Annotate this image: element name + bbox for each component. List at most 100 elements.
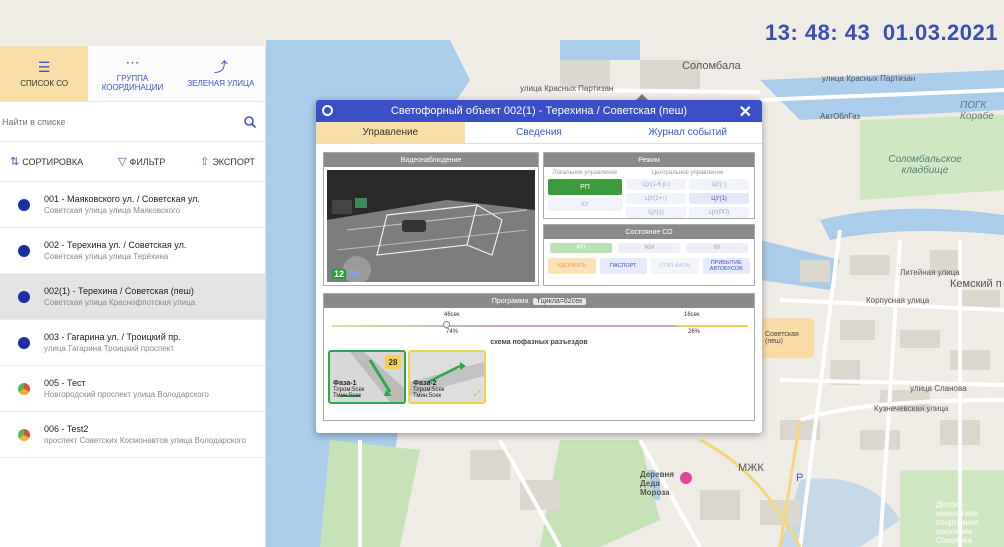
- search-input[interactable]: [2, 116, 202, 127]
- central-mode-button[interactable]: ЦУ(1+↑): [626, 193, 686, 204]
- tab-green-street[interactable]: ⤴ ЗЕЛЕНАЯ УЛИЦА: [177, 46, 265, 101]
- ku-button[interactable]: КУ: [548, 198, 622, 211]
- search-icon[interactable]: [243, 115, 257, 129]
- map-label-ded-moroz: Деревня Деда Мороза: [640, 470, 674, 497]
- video-panel: Видеонаблюдение 12 88: [323, 152, 539, 286]
- bus-arrival-button[interactable]: ПРИБЫТИЕ АВТОБУСОВ: [702, 258, 750, 274]
- export-button[interactable]: ⇧ ЭКСПОРТ: [200, 155, 255, 168]
- status-dot: [18, 244, 30, 257]
- dialog-tabs: Управление Сведения Журнал событий: [316, 122, 762, 144]
- clock-date: 01.03.2021: [882, 20, 998, 45]
- state-zhm: ЖМ: [618, 243, 680, 253]
- status-dot: [18, 428, 30, 441]
- map-marker-tooltip[interactable]: Советская (пеш): [762, 318, 814, 358]
- list-item-subtitle: Советская улица улица Терёхина: [44, 252, 169, 261]
- timeline-handle[interactable]: [443, 321, 450, 328]
- filter-label: ФИЛЬТР: [129, 156, 166, 167]
- status-dot: [18, 290, 30, 303]
- list-item[interactable]: 005 - Тест Новгородский проспект улица В…: [0, 366, 265, 412]
- close-icon[interactable]: ✕: [739, 102, 752, 122]
- phase2-name: Фаза-2: [413, 380, 437, 387]
- central-mode-button[interactable]: ЦУ(1): [689, 193, 749, 204]
- dialog-title: Светофорный объект 002(1) - Терехина / С…: [390, 105, 688, 117]
- map-label-cemetery: Соломбальское кладбище: [888, 154, 962, 176]
- list-item-selected[interactable]: 002(1) - Терехина / Советская (пеш) Сове…: [0, 274, 265, 320]
- tab-coordination-group[interactable]: ⋯ ГРУППА КООРДИНАЦИИ: [88, 46, 176, 101]
- phase2-duration: 16сек: [684, 312, 700, 318]
- state-kk: КК: [686, 243, 748, 253]
- status-dot: [18, 198, 30, 211]
- map-label-mzhk: МЖК: [738, 462, 764, 474]
- phase1-tmin: Тмин:5сек: [333, 393, 362, 399]
- phase-card-1[interactable]: 28 Фаза-1 Тпром:5сек Тмин:5сек ⤢: [328, 350, 406, 404]
- video-title: Видеонаблюдение: [324, 153, 538, 167]
- list-item-subtitle: Советская улица улица Маяковского: [44, 206, 181, 215]
- export-label: ЭКСПОРТ: [212, 156, 255, 167]
- list-item-title: 006 - Test2: [44, 424, 89, 434]
- list-item-subtitle: проспект Советских Космонавтов улица Вол…: [44, 436, 246, 445]
- object-list: 001 - Маяковского ул. / Советская ул. Со…: [0, 182, 265, 458]
- list-item[interactable]: 003 - Гагарина ул. / Троицкий пр. улица …: [0, 320, 265, 366]
- central-mode-button[interactable]: ЦУ(РП): [689, 207, 749, 218]
- list-item-title: 001 - Маяковского ул. / Советская ул.: [44, 194, 200, 204]
- phase2-percent: 26%: [688, 329, 701, 335]
- expand-icon[interactable]: ⤢: [474, 389, 480, 399]
- route-icon: ⤴: [213, 58, 228, 75]
- map-label-korabe: Корабе: [960, 111, 994, 122]
- list-item[interactable]: 002 - Терехина ул. / Советская ул. Совет…: [0, 228, 265, 274]
- rp-button[interactable]: РП: [548, 179, 622, 195]
- phase1-duration: 46сек: [444, 312, 460, 318]
- list-item-title: 002(1) - Терехина / Советская (пеш): [44, 286, 194, 296]
- map-label-kemskiy: Кемский п: [950, 278, 1002, 290]
- tab-info[interactable]: Сведения: [465, 122, 614, 143]
- traffic-light-dialog: Светофорный объект 002(1) - Терехина / С…: [316, 100, 762, 433]
- tab-list-label: СПИСОК СО: [20, 78, 69, 88]
- list-item[interactable]: 001 - Маяковского ул. / Советская ул. Со…: [0, 182, 265, 228]
- phase1-name: Фаза-1: [333, 380, 357, 387]
- map-marker-label: Советская (пеш): [765, 331, 799, 345]
- list-icon: ☰: [37, 58, 51, 75]
- sidebar-tabs: ☰ СПИСОК СО ⋯ ГРУППА КООРДИНАЦИИ ⤴ ЗЕЛЕН…: [0, 46, 265, 102]
- list-item-subtitle: Новгородский проспект улица Володарского: [44, 390, 209, 399]
- filter-button[interactable]: ▽ ФИЛЬТР: [118, 155, 165, 168]
- state-panel: Состояние СО РП ЖМ КК УДЕРЖАТЬ ПАСПОРТ О…: [543, 224, 755, 286]
- expand-icon[interactable]: ⤢: [394, 389, 400, 399]
- camera-feed[interactable]: 12 88: [327, 170, 535, 282]
- filter-icon: ▽: [118, 156, 127, 168]
- tab-event-log[interactable]: Журнал событий: [613, 122, 762, 143]
- map-label-street: улица Красных Партизан: [822, 74, 916, 83]
- central-mode-button[interactable]: ЦУ(1): [626, 207, 686, 218]
- state-title: Состояние СО: [544, 225, 754, 239]
- map-label-street: улица Красных Партизан: [520, 84, 614, 93]
- parking-icon: P: [796, 472, 804, 484]
- camera-id-secondary: 88: [349, 269, 360, 279]
- map-label-sport-school: Детско-юношеская спортивная школа им. Со…: [936, 500, 979, 545]
- phase2-tmin: Тмин:5сек: [413, 393, 442, 399]
- clock: 13: 48: 43 01.03.2021: [759, 20, 998, 46]
- passport-button[interactable]: ПАСПОРТ: [599, 258, 647, 274]
- disable-phases-button[interactable]: ОТКЛ.ФАЗЫ: [651, 258, 699, 274]
- list-item[interactable]: 006 - Test2 проспект Советских Космонавт…: [0, 412, 265, 458]
- phase2-label: Фаза-2 Тпром:5сек Тмин:5сек: [413, 380, 444, 399]
- phase1-percent: 74%: [446, 329, 459, 335]
- central-mode-button[interactable]: ЦУ(↑): [689, 179, 749, 190]
- cycle-timeline: [332, 325, 748, 327]
- tab-control[interactable]: Управление: [316, 122, 465, 143]
- search-bar: [0, 102, 265, 142]
- list-item-title: 005 - Тест: [44, 378, 86, 388]
- list-item-subtitle: улица Гагарина Троицкий проспект: [44, 344, 175, 353]
- central-mode-button[interactable]: ЦУ(1-6 р.): [626, 179, 686, 190]
- program-header: Программа Тцикла=62сек: [324, 294, 754, 308]
- group-icon: ⋯: [125, 54, 140, 70]
- program-title: Программа: [491, 297, 529, 305]
- phase1-label: Фаза-1 Тпром:5сек Тмин:5сек: [333, 380, 364, 399]
- phase-card-2[interactable]: Фаза-2 Тпром:5сек Тмин:5сек ⤢: [408, 350, 486, 404]
- phase1-countdown: 28: [385, 355, 401, 369]
- hold-button[interactable]: УДЕРЖАТЬ: [548, 258, 596, 274]
- sort-button[interactable]: ⇅ СОРТИРОВКА: [10, 155, 83, 168]
- map-label-liteynaya: Литейная улица: [900, 268, 960, 277]
- tab-list[interactable]: ☰ СПИСОК СО: [0, 46, 89, 101]
- camera-image: [327, 170, 535, 282]
- map-label-kuznechevskaya: Кузнечевская улица: [874, 404, 949, 413]
- tab-green-street-label: ЗЕЛЕНАЯ УЛИЦА: [187, 78, 255, 88]
